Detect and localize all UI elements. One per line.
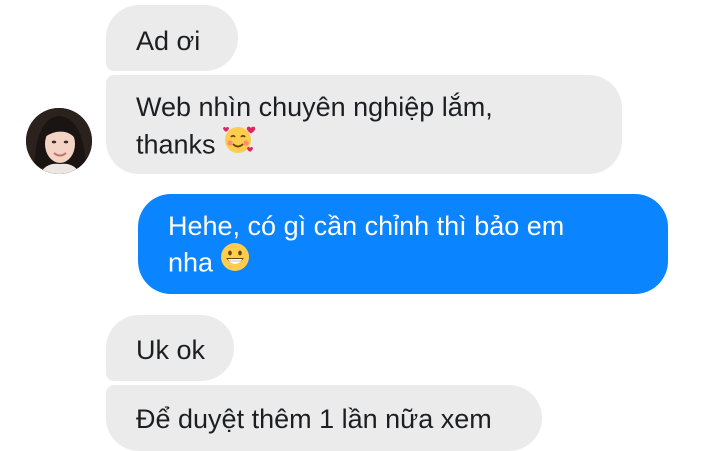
- grinning-face-icon: [219, 241, 251, 282]
- message-text: Web nhìn chuyên nghiệp lắm,: [136, 92, 493, 122]
- message-text: Uk ok: [136, 335, 206, 365]
- incoming-message-bubble[interactable]: Uk ok: [106, 315, 234, 381]
- message-text: nha: [168, 247, 214, 278]
- incoming-message-bubble[interactable]: Để duyệt thêm 1 lần nữa xem: [106, 385, 542, 451]
- message-text: Để duyệt thêm 1 lần nữa xem: [136, 404, 492, 434]
- message-text: Hehe, có gì cần chỉnh thì bảo em: [168, 211, 565, 241]
- incoming-message-bubble[interactable]: Web nhìn chuyên nghiệp lắm, thanks: [106, 75, 622, 174]
- smiling-face-with-hearts-icon: [222, 122, 256, 165]
- outgoing-message-bubble[interactable]: Hehe, có gì cần chỉnh thì bảo em nha: [138, 194, 668, 294]
- incoming-message-bubble[interactable]: Ad ơi: [106, 5, 238, 71]
- message-text: Ad ơi: [136, 26, 201, 56]
- message-text: thanks: [136, 129, 216, 160]
- contact-avatar[interactable]: [26, 108, 92, 174]
